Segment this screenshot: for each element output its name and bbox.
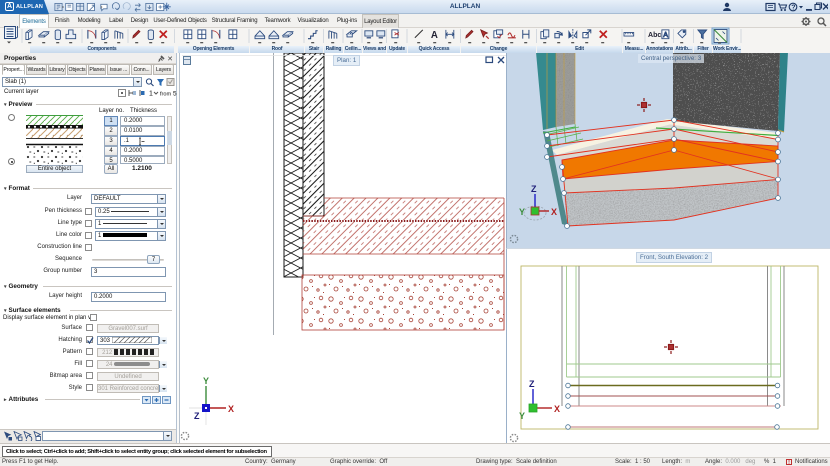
svg-text:Y: Y bbox=[203, 376, 209, 386]
svg-text:X: X bbox=[551, 207, 557, 217]
svg-text:1: 1 bbox=[149, 91, 153, 98]
svg-text:Y: Y bbox=[519, 207, 525, 217]
svg-text:X: X bbox=[554, 404, 560, 414]
svg-text:Z: Z bbox=[531, 184, 537, 194]
svg-text:Z: Z bbox=[529, 379, 535, 389]
svg-text:from: from bbox=[160, 92, 172, 98]
svg-text:Z: Z bbox=[194, 411, 200, 421]
svg-text:X: X bbox=[228, 404, 234, 414]
svg-text:?: ? bbox=[791, 5, 795, 12]
svg-text:Y: Y bbox=[519, 411, 525, 421]
